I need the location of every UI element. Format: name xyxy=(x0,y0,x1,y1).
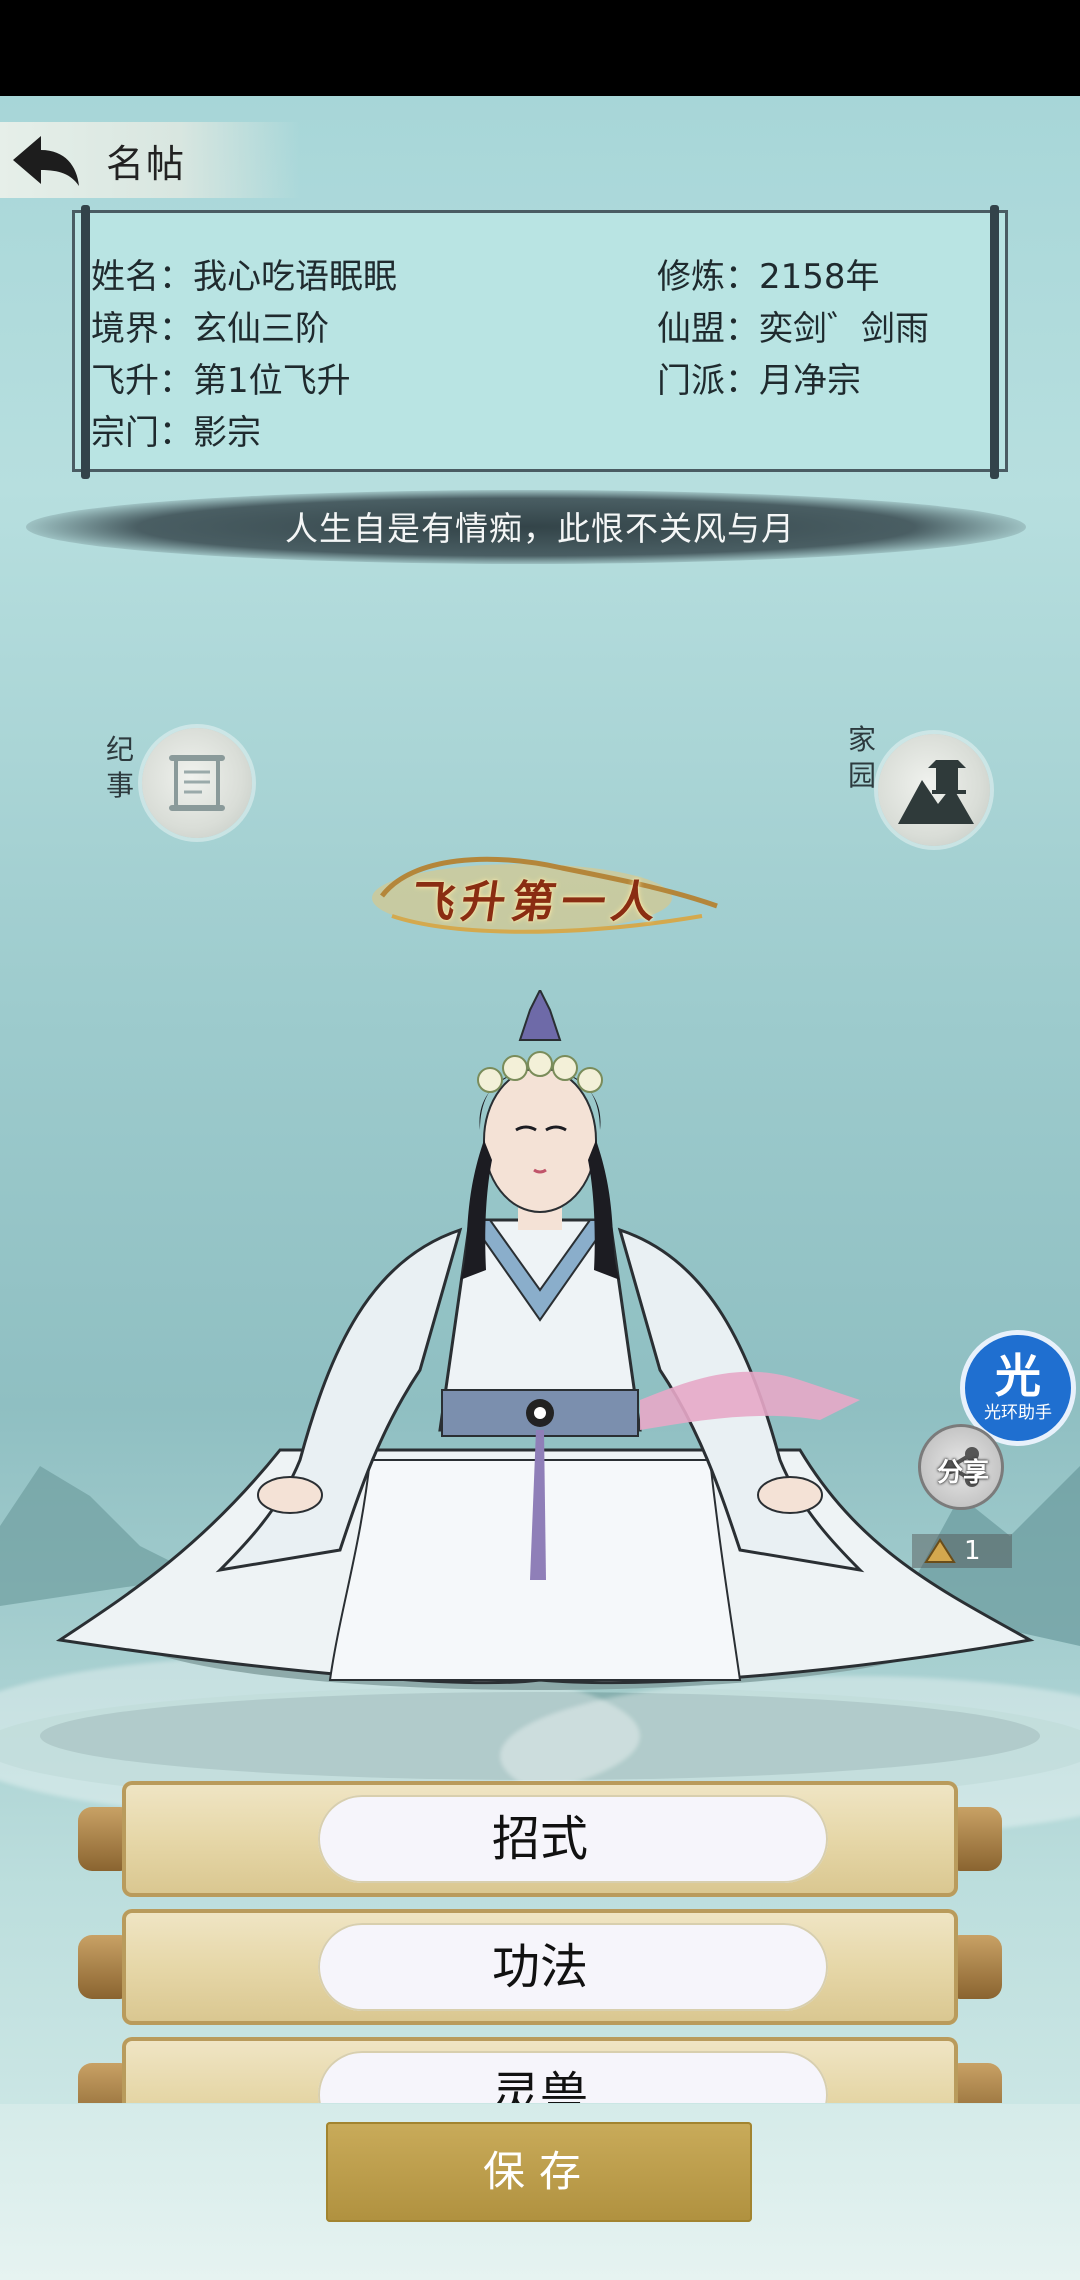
alliance-value: 仙盟：奕剑゛剑雨 xyxy=(657,309,929,349)
clan-value: 宗门：影宗 xyxy=(91,413,261,453)
chronicle-button[interactable]: 纪事 xyxy=(96,718,266,858)
share-label: 分享 xyxy=(936,1458,989,1488)
motto-text: 人生自是有情痴，此恨不关风与月 xyxy=(285,509,795,548)
feature-tabs: 招式 功法 灵兽 xyxy=(0,1775,1080,2103)
profile-card: 姓名：我心吃语眠眠 境界：玄仙三阶 飞升：第1位飞升 宗门：影宗 修炼：2158… xyxy=(72,205,1008,479)
tab-moves[interactable]: 招式 xyxy=(78,1781,1002,1897)
tab-label: 灵兽 xyxy=(491,2067,588,2103)
top-bar: 名帖 xyxy=(0,122,300,198)
reward-icon xyxy=(924,1538,956,1563)
assistant-icon-text: 光 xyxy=(995,1349,1041,1403)
share-count: 1 xyxy=(964,1536,981,1566)
tab-label: 招式 xyxy=(491,1811,588,1867)
ascension-value: 飞升：第1位飞升 xyxy=(91,361,351,401)
assistant-label: 光环助手 xyxy=(984,1403,1052,1423)
title-badge[interactable]: 飞升第一人 xyxy=(372,846,722,942)
share-reward: 1 xyxy=(912,1534,1012,1568)
status-bar xyxy=(0,0,1080,96)
save-button[interactable]: 保存 xyxy=(326,2122,752,2222)
tab-skills[interactable]: 功法 xyxy=(78,1909,1002,2025)
title-badge-text: 飞升第一人 xyxy=(407,877,665,928)
pavilion-icon xyxy=(878,734,990,846)
sect-value: 门派：月净宗 xyxy=(657,361,861,401)
realm-value: 境界：玄仙三阶 xyxy=(91,309,329,349)
page-title: 名帖 xyxy=(106,141,187,186)
tab-label: 功法 xyxy=(491,1939,588,1995)
back-arrow-icon[interactable] xyxy=(0,122,90,198)
chronicle-label: 纪事 xyxy=(105,733,134,802)
scroll-icon xyxy=(142,728,252,838)
save-label: 保存 xyxy=(482,2147,595,2196)
cultivation-value: 修炼：2158年 xyxy=(657,257,880,297)
character-illustration xyxy=(55,990,1035,1690)
homestead-button[interactable]: 家园 xyxy=(838,718,1008,858)
player-name: 姓名：我心吃语眠眠 xyxy=(91,257,397,297)
tab-beasts[interactable]: 灵兽 xyxy=(78,2037,1002,2103)
homestead-label: 家园 xyxy=(847,723,876,792)
